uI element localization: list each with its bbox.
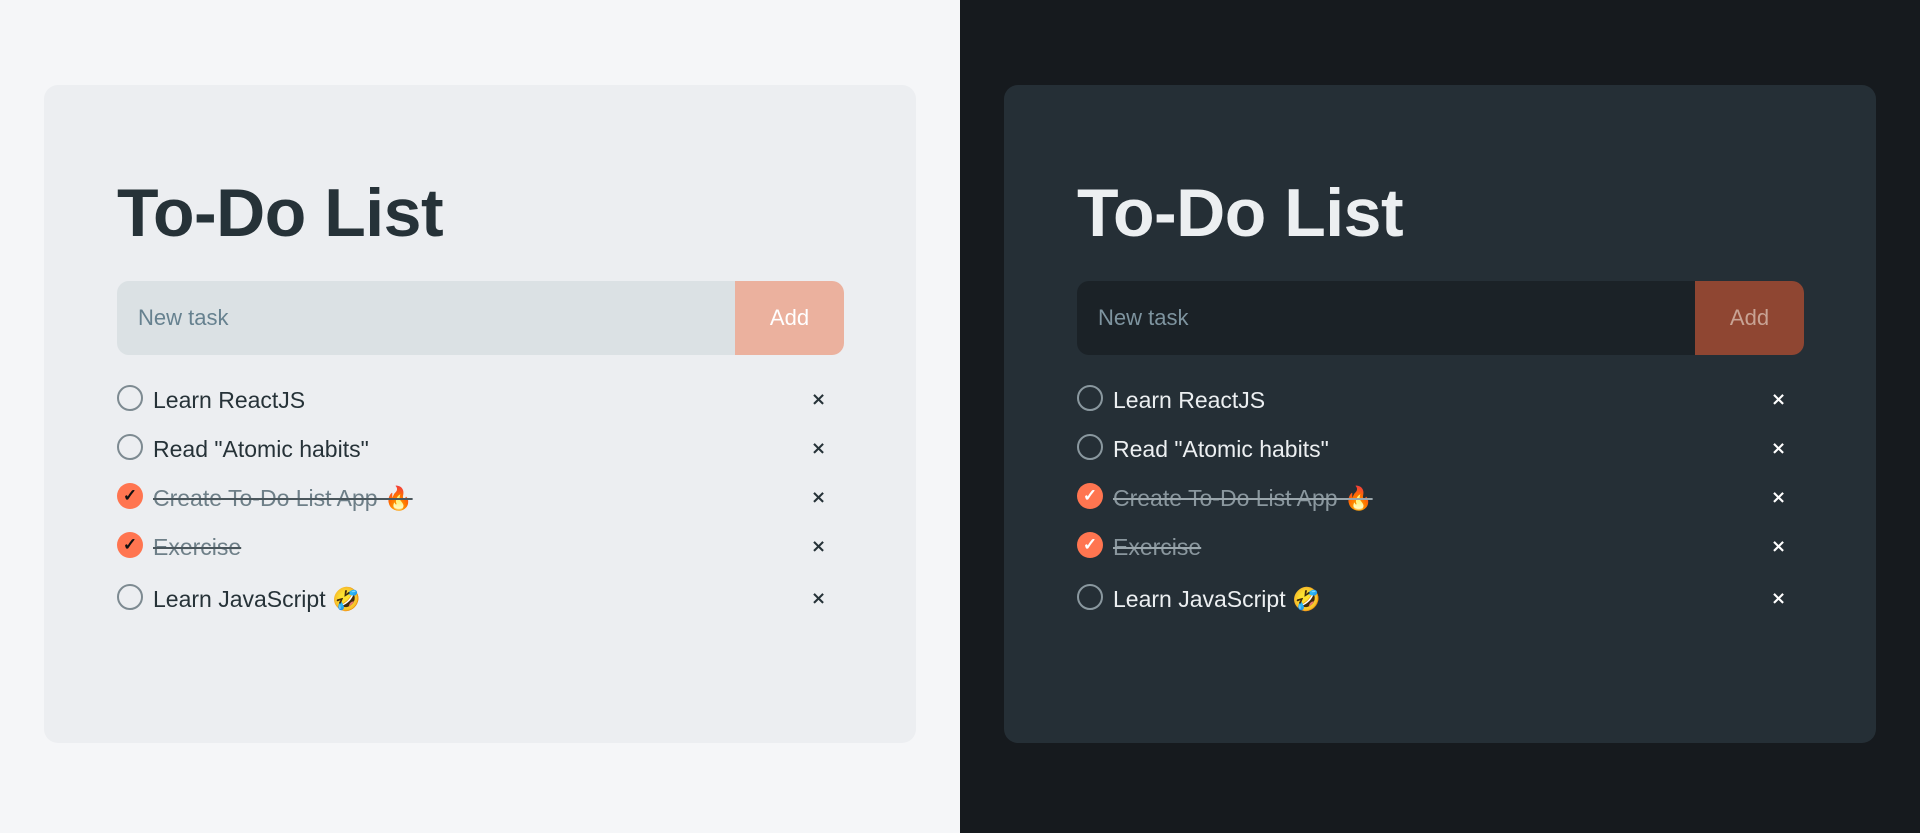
todo-card: To-Do List Add Learn ReactJS × Read "Ato…	[44, 85, 916, 743]
delete-icon[interactable]: ×	[811, 590, 826, 608]
task-item: Read "Atomic habits" ×	[117, 424, 844, 473]
task-checkbox-checked[interactable]: ✓	[117, 531, 143, 558]
task-checkbox[interactable]	[1077, 384, 1103, 411]
task-text: Learn ReactJS	[153, 386, 306, 413]
task-list: Learn ReactJS × Read "Atomic habits" × ✓…	[1077, 375, 1804, 627]
task-item: Learn JavaScript 🤣 ×	[1077, 571, 1804, 627]
task-checkbox[interactable]	[1077, 584, 1103, 610]
new-task-input[interactable]	[1077, 281, 1695, 355]
task-text: Read "Atomic habits"	[1113, 435, 1329, 462]
task-text: Exercise	[153, 533, 242, 560]
delete-icon[interactable]: ×	[811, 488, 826, 507]
task-text: Learn ReactJS	[1113, 386, 1266, 413]
task-item: ✓ Exercise ×	[1077, 522, 1804, 571]
delete-icon[interactable]: ×	[811, 390, 826, 409]
task-item: Learn ReactJS ×	[117, 375, 844, 424]
dark-theme-panel: To-Do List Add Learn ReactJS × Read "Ato…	[960, 0, 1920, 833]
delete-icon[interactable]: ×	[1771, 537, 1786, 556]
delete-icon[interactable]: ×	[1771, 488, 1786, 507]
light-theme-panel: To-Do List Add Learn ReactJS × Read "Ato…	[0, 0, 960, 833]
task-item: ✓ Exercise ×	[117, 522, 844, 571]
delete-icon[interactable]: ×	[811, 537, 826, 556]
task-text: Learn JavaScript 🤣	[153, 586, 361, 612]
task-text: Create To-Do List App 🔥	[153, 484, 413, 511]
add-task-row: Add	[1077, 281, 1804, 355]
task-text: Exercise	[1113, 533, 1202, 560]
delete-icon[interactable]: ×	[1771, 590, 1786, 608]
todo-card: To-Do List Add Learn ReactJS × Read "Ato…	[1004, 85, 1876, 743]
task-list: Learn ReactJS × Read "Atomic habits" × ✓…	[117, 375, 844, 627]
task-checkbox-checked[interactable]: ✓	[1077, 482, 1103, 509]
delete-icon[interactable]: ×	[1771, 439, 1786, 458]
task-checkbox[interactable]	[117, 584, 143, 610]
page-title: To-Do List	[117, 175, 444, 251]
task-checkbox-checked[interactable]: ✓	[117, 482, 143, 509]
task-checkbox[interactable]	[1077, 433, 1103, 460]
task-item: Learn ReactJS ×	[1077, 375, 1804, 424]
add-button[interactable]: Add	[735, 281, 844, 355]
task-text: Learn JavaScript 🤣	[1113, 586, 1321, 612]
task-checkbox[interactable]	[117, 433, 143, 460]
add-button[interactable]: Add	[1695, 281, 1804, 355]
delete-icon[interactable]: ×	[811, 439, 826, 458]
task-item: Learn JavaScript 🤣 ×	[117, 571, 844, 627]
task-item: ✓ Create To-Do List App 🔥 ×	[1077, 473, 1804, 522]
page-title: To-Do List	[1077, 175, 1404, 251]
task-checkbox-checked[interactable]: ✓	[1077, 531, 1103, 558]
delete-icon[interactable]: ×	[1771, 390, 1786, 409]
task-checkbox[interactable]	[117, 384, 143, 411]
new-task-input[interactable]	[117, 281, 735, 355]
task-text: Create To-Do List App 🔥	[1113, 484, 1373, 511]
add-task-row: Add	[117, 281, 844, 355]
task-item: Read "Atomic habits" ×	[1077, 424, 1804, 473]
task-item: ✓ Create To-Do List App 🔥 ×	[117, 473, 844, 522]
task-text: Read "Atomic habits"	[153, 435, 369, 462]
